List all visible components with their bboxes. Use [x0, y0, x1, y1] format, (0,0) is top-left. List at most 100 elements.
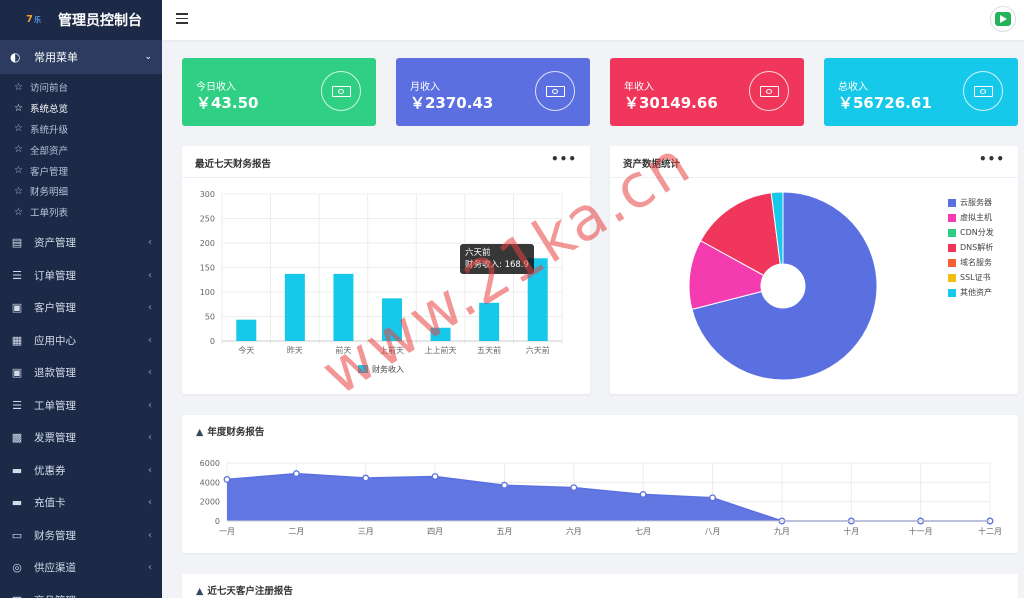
server-icon: ▤: [11, 236, 23, 250]
sidebar-item[interactable]: ☰ 订单管理 ‹: [0, 259, 162, 292]
x-tick-label: 五月: [496, 527, 512, 536]
brand[interactable]: 7 乐 管理员控制台: [0, 0, 162, 40]
data-point: [639, 490, 647, 498]
app-title: 管理员控制台: [58, 13, 142, 29]
sidebar-item[interactable]: ▦ 应用中心 ‹: [0, 324, 162, 357]
legend-item[interactable]: SSL证书: [948, 272, 991, 283]
x-tick-label: 二月: [288, 527, 304, 536]
legend-swatch: [948, 213, 956, 222]
sidebar-item-label: 充值卡: [34, 497, 66, 510]
x-tick-label: 五天前: [477, 345, 501, 355]
stat-card: 月收入 ￥2370.43: [396, 58, 590, 126]
stat-card: 今日收入 ￥43.50: [182, 58, 376, 126]
bar: [284, 273, 305, 341]
sidebar-item[interactable]: ▭ 财务管理 ‹: [0, 519, 162, 552]
legend-item[interactable]: 其他资产: [948, 287, 992, 298]
x-tick-label: 十月: [843, 526, 859, 536]
sidebar-item[interactable]: ▤ 资产管理 ‹: [0, 227, 162, 260]
submenu-item[interactable]: ☆ 系统总览: [0, 98, 162, 119]
sidebar-item-label: 退款管理: [34, 367, 76, 380]
x-tick-label: 四月: [427, 527, 443, 536]
submenu-item[interactable]: ☆ 访问前台: [0, 77, 162, 98]
y-tick-label: 4000: [200, 478, 220, 487]
customer-register-panel: ▲ 近七天客户注册报告: [182, 574, 1018, 598]
avatar[interactable]: [990, 6, 1016, 32]
data-point: [431, 473, 439, 480]
area-chart-icon: ▲: [196, 586, 204, 597]
submenu-item-label: 客户管理: [29, 166, 68, 178]
legend-item[interactable]: 云服务器: [948, 197, 992, 208]
legend-item[interactable]: 虚拟主机: [948, 212, 992, 223]
chevron-left-icon: ‹: [148, 302, 152, 314]
submenu-item-label: 全部资产: [29, 145, 68, 157]
menu-icon: ☰: [12, 398, 22, 412]
y-tick-label: 100: [200, 288, 215, 297]
x-tick-label: 十二月: [978, 526, 1002, 536]
legend-label: 财务收入: [372, 364, 404, 374]
submenu-item[interactable]: ☆ 工单列表: [0, 202, 162, 223]
y-tick-label: 150: [200, 264, 215, 273]
legend-swatch: [358, 365, 368, 373]
sidebar-item[interactable]: ▬ 充值卡 ‹: [0, 487, 162, 520]
legend-label: 域名服务: [960, 258, 992, 267]
legend-label: 云服务器: [960, 198, 992, 207]
sidebar-item-label: 资产管理: [34, 237, 76, 250]
legend-item[interactable]: 域名服务: [948, 257, 992, 268]
submenu-item[interactable]: ☆ 全部资产: [0, 139, 162, 160]
sidebar-item[interactable]: ▬ 优惠券 ‹: [0, 454, 162, 487]
chevron-left-icon: ‹: [148, 399, 152, 411]
assets-panel: 资产数据统计 ••• 云服务器 虚拟主机 CDN分发 DNS解析 域名服务 SSL证书 其他…: [610, 146, 1018, 394]
x-tick-label: 六天前: [526, 345, 550, 355]
submenu-item[interactable]: ☆ 财务明细: [0, 181, 162, 202]
submenu-item-label: 系统升级: [29, 124, 68, 136]
chevron-left-icon: ‹: [148, 497, 152, 509]
shopping-bag-icon: ▩: [10, 594, 24, 598]
submenu-item[interactable]: ☆ 系统升级: [0, 119, 162, 140]
legend-item[interactable]: DNS解析: [948, 242, 993, 253]
submenu-item[interactable]: ☆ 客户管理: [0, 160, 162, 181]
star-icon: ☆: [14, 81, 23, 93]
wallet-icon: ▭: [11, 528, 23, 542]
data-point: [570, 484, 578, 492]
sidebar-item[interactable]: ▩商品管理‹: [0, 584, 162, 598]
weekly-finance-panel: 最近七天财务报告 ••• 0 50 100 150 200 250 300 今天 昨天 前天 上前天…: [182, 146, 590, 394]
sticky-note-icon: ▩: [11, 431, 23, 445]
sidebar: 7 乐 管理员控制台 ◐ 常用菜单 ⌄ ☆ 访问前台 ☆ 系统总览 ☆ 系统升级 ☆ 全部资产…: [0, 0, 162, 598]
star-icon: ☆: [14, 185, 23, 197]
legend-item[interactable]: CDN分发: [948, 227, 994, 238]
x-tick-label: 今天: [238, 345, 254, 355]
bar: [430, 327, 451, 341]
sidebar-item[interactable]: ▣ 退款管理 ‹: [0, 357, 162, 390]
menu-section-label: 常用菜单: [34, 51, 78, 64]
chart-tooltip: 六天前 财务收入: 168.9: [460, 244, 534, 274]
y-tick-label: 6000: [200, 459, 220, 468]
money-icon: [321, 71, 361, 111]
bar: [382, 298, 402, 341]
star-icon: ☆: [14, 102, 23, 114]
chevron-left-icon: ‹: [148, 237, 152, 249]
lifebuoy-icon: ◎: [12, 561, 22, 575]
legend-label: 虚拟主机: [960, 213, 992, 222]
legend-label: DNS解析: [960, 243, 994, 252]
x-tick-label: 昨天: [287, 345, 303, 355]
star-icon: ☆: [14, 123, 23, 135]
x-tick-label: 八月: [705, 527, 721, 536]
sidebar-item[interactable]: ▣ 客户管理 ‹: [0, 292, 162, 325]
windows-icon: ▦: [11, 333, 23, 347]
star-icon: ☆: [14, 206, 23, 218]
menu-section-common[interactable]: ◐ 常用菜单 ⌄: [0, 40, 162, 74]
legend-swatch: [948, 258, 956, 267]
chevron-left-icon: ‹: [148, 464, 152, 476]
legend-swatch: [948, 198, 956, 207]
legend-label: CDN分发: [960, 228, 994, 237]
sidebar-item[interactable]: ▩ 发票管理 ‹: [0, 422, 162, 455]
menu-toggle-icon[interactable]: [176, 13, 188, 24]
sidebar-item[interactable]: ☰ 工单管理 ‹: [0, 389, 162, 422]
submenu-item-label: 工单列表: [29, 208, 68, 220]
legend-label: 其他资产: [960, 288, 992, 297]
data-point: [362, 474, 370, 482]
y-tick-label: 300: [200, 190, 215, 199]
y-tick-label: 0: [215, 517, 220, 526]
chevron-left-icon: ‹: [148, 529, 152, 541]
sidebar-item[interactable]: ◎ 供应渠道 ‹: [0, 552, 162, 585]
